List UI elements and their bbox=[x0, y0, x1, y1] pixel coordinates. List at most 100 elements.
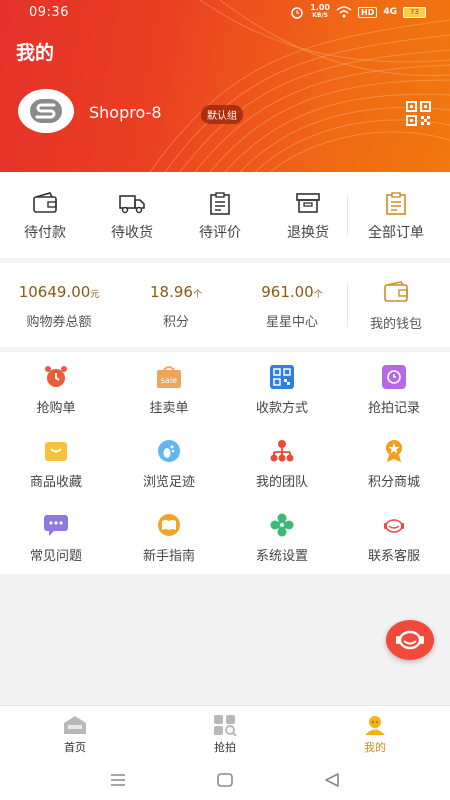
wallet-divider bbox=[347, 283, 348, 327]
team-tree-icon bbox=[270, 440, 294, 462]
grid-label: 挂卖单 bbox=[149, 401, 189, 416]
alarm-clock-icon bbox=[45, 366, 67, 387]
profile-header: 09:36 1.00 KB/S HD 4G 73 我的 Shopro-8 默认组 bbox=[0, 0, 450, 172]
grid-label: 抢购单 bbox=[36, 401, 76, 416]
back-icon[interactable] bbox=[322, 770, 342, 790]
wifi-icon bbox=[336, 6, 352, 18]
order-list-icon bbox=[386, 192, 406, 215]
voucher-value: 10649.00元 bbox=[18, 283, 100, 301]
status-bar: 09:36 1.00 KB/S HD 4G 73 bbox=[0, 0, 450, 28]
tab-bid[interactable]: 抢拍 bbox=[150, 706, 300, 761]
order-pending-payment[interactable]: 待付款 bbox=[0, 172, 90, 258]
grid-item-faq[interactable]: 常见问题 bbox=[0, 500, 112, 574]
qr-code-icon[interactable] bbox=[406, 101, 431, 126]
book-icon bbox=[158, 514, 180, 536]
medal-icon bbox=[386, 440, 402, 462]
wallet-icon bbox=[384, 281, 408, 302]
order-label: 待收货 bbox=[111, 225, 153, 241]
grid-label: 新手指南 bbox=[142, 549, 195, 564]
grid-label: 常见问题 bbox=[29, 549, 82, 564]
box-icon bbox=[296, 193, 320, 213]
points-label: 积分 bbox=[162, 315, 189, 330]
grid-label: 我的团队 bbox=[255, 475, 308, 490]
points-value: 18.96个 bbox=[150, 283, 202, 301]
grid-search-icon bbox=[214, 715, 237, 736]
page-title: 我的 bbox=[16, 42, 55, 64]
flower-gear-icon bbox=[270, 513, 294, 537]
grid-item-favorites[interactable]: 商品收藏 bbox=[0, 426, 112, 500]
tab-label: 首页 bbox=[64, 741, 86, 754]
grid-label: 商品收藏 bbox=[29, 475, 82, 490]
order-pending-receipt[interactable]: 待收货 bbox=[87, 172, 177, 258]
battery-icon: 73 bbox=[403, 6, 426, 18]
tab-home[interactable]: 首页 bbox=[0, 706, 150, 761]
order-label: 待付款 bbox=[24, 225, 66, 241]
group-badge: 默认组 bbox=[201, 105, 243, 124]
order-status-row: 待付款 待收货 待评价 退换货 全部订单 bbox=[0, 172, 450, 258]
grid-item-points-mall[interactable]: 积分商城 bbox=[338, 426, 450, 500]
order-label: 待评价 bbox=[199, 225, 241, 241]
user-icon bbox=[365, 716, 385, 735]
home-nav-icon[interactable] bbox=[215, 770, 235, 790]
truck-icon bbox=[119, 195, 145, 214]
order-return-exchange[interactable]: 退换货 bbox=[263, 172, 353, 258]
voucher-total[interactable]: 10649.00元 购物券总额 bbox=[0, 263, 118, 347]
wallet-row: 10649.00元 购物券总额 18.96个 积分 961.00个 星星中心 我… bbox=[0, 263, 450, 347]
grid-item-browse-history[interactable]: 浏览足迹 bbox=[113, 426, 225, 500]
stars-center[interactable]: 961.00个 星星中心 bbox=[234, 263, 350, 347]
shopro-logo-icon bbox=[30, 99, 62, 123]
tab-mine[interactable]: 我的 bbox=[300, 706, 450, 761]
order-label: 全部订单 bbox=[368, 225, 424, 241]
net-speed: 1.00 KB/S bbox=[310, 3, 330, 20]
bottom-tab-bar: 首页 抢拍 我的 bbox=[0, 705, 450, 760]
sale-bag-icon: sale bbox=[157, 366, 181, 388]
signal-indicator: 4G bbox=[383, 7, 397, 17]
footprint-icon bbox=[158, 440, 180, 462]
avatar[interactable] bbox=[18, 89, 74, 133]
svg-text:sale: sale bbox=[161, 376, 177, 385]
favorite-box-icon bbox=[45, 442, 67, 461]
grid-item-payment-methods[interactable]: 收款方式 bbox=[226, 352, 338, 426]
order-all[interactable]: 全部订单 bbox=[351, 172, 441, 258]
tab-label: 我的 bbox=[364, 741, 386, 754]
chat-bubble-icon bbox=[44, 515, 68, 536]
my-wallet-label: 我的钱包 bbox=[369, 317, 422, 332]
grid-label: 收款方式 bbox=[255, 401, 308, 416]
headset-icon bbox=[396, 630, 424, 650]
voucher-label: 购物券总额 bbox=[26, 315, 92, 330]
grid-item-bid-records[interactable]: 抢拍记录 bbox=[338, 352, 450, 426]
tab-label: 抢拍 bbox=[214, 741, 236, 754]
grid-label: 浏览足迹 bbox=[142, 475, 195, 490]
my-wallet-button[interactable]: 我的钱包 bbox=[351, 263, 441, 347]
order-pending-review[interactable]: 待评价 bbox=[175, 172, 265, 258]
grid-item-rush-orders[interactable]: 抢购单 bbox=[0, 352, 112, 426]
order-divider bbox=[347, 194, 348, 236]
grid-item-sell-orders[interactable]: sale 挂卖单 bbox=[113, 352, 225, 426]
system-nav-bar bbox=[0, 760, 450, 800]
username[interactable]: Shopro-8 bbox=[89, 103, 162, 122]
hd-badge: HD bbox=[358, 6, 378, 18]
menu-icon[interactable] bbox=[108, 770, 128, 790]
headset-icon bbox=[384, 519, 404, 533]
wallet-icon bbox=[33, 192, 57, 213]
alarm-status-icon bbox=[291, 7, 303, 19]
qr-code-icon bbox=[270, 365, 294, 389]
grid-label: 联系客服 bbox=[367, 549, 420, 564]
floating-service-button[interactable] bbox=[386, 620, 434, 660]
grid-item-system-settings[interactable]: 系统设置 bbox=[226, 500, 338, 574]
grid-label: 抢拍记录 bbox=[367, 401, 420, 416]
clock-record-icon bbox=[382, 365, 406, 389]
points-total[interactable]: 18.96个 积分 bbox=[118, 263, 234, 347]
grid-item-my-team[interactable]: 我的团队 bbox=[226, 426, 338, 500]
grid-label: 系统设置 bbox=[255, 549, 308, 564]
stars-label: 星星中心 bbox=[265, 315, 318, 330]
grid-label: 积分商城 bbox=[367, 475, 420, 490]
status-time: 09:36 bbox=[29, 5, 69, 20]
grid-item-beginner-guide[interactable]: 新手指南 bbox=[113, 500, 225, 574]
home-icon bbox=[64, 716, 86, 734]
clipboard-icon bbox=[210, 192, 230, 215]
grid-item-customer-service[interactable]: 联系客服 bbox=[338, 500, 450, 574]
feature-grid: 抢购单 sale 挂卖单 收款方式 抢拍记录 商品收藏 浏览足迹 我的团队 积分… bbox=[0, 352, 450, 574]
stars-value: 961.00个 bbox=[261, 283, 323, 301]
order-label: 退换货 bbox=[287, 225, 329, 241]
